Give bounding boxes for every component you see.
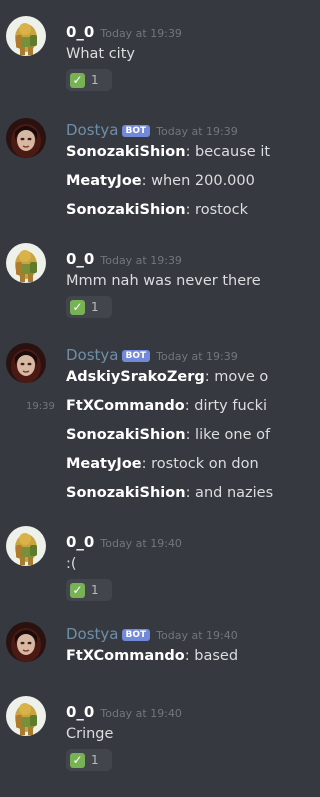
username[interactable]: 0_0 (66, 533, 94, 551)
avatar[interactable] (6, 16, 46, 56)
mention-user[interactable]: AdskiySrakoZerg (66, 369, 205, 385)
avatar[interactable] (6, 118, 46, 158)
message-line: SonozakiShion: rostock (66, 202, 249, 218)
reaction-button[interactable]: ✓ 1 (66, 579, 112, 601)
message-line: MeatyJoe: when 200.000 (66, 173, 255, 189)
timestamp: Today at 19:39 (156, 350, 238, 363)
reaction-count: 1 (91, 73, 99, 87)
message-line: AdskiySrakoZerg: move o (66, 369, 269, 385)
timestamp: Today at 19:39 (100, 254, 182, 267)
reaction-button[interactable]: ✓ 1 (66, 296, 112, 318)
check-icon: ✓ (70, 299, 85, 315)
reaction-button[interactable]: ✓ 1 (66, 749, 112, 771)
mention-user[interactable]: FtXCommando (66, 648, 185, 664)
timestamp: Today at 19:40 (156, 629, 238, 642)
message-line: SonozakiShion: like one of (66, 427, 271, 443)
reaction-count: 1 (91, 753, 99, 767)
mention-user[interactable]: SonozakiShion (66, 202, 186, 218)
mention-user[interactable]: FtXCommando (66, 398, 185, 414)
message-text: Mmm nah was never there (66, 273, 261, 289)
message-text: :( (66, 556, 77, 572)
reaction-count: 1 (91, 583, 99, 597)
mention-user[interactable]: MeatyJoe (66, 173, 142, 189)
hover-timestamp: 19:39 (26, 401, 55, 412)
username[interactable]: Dostya (66, 346, 119, 364)
username[interactable]: Dostya (66, 625, 119, 643)
message-line: MeatyJoe: rostock on don (66, 456, 259, 472)
avatar[interactable] (6, 243, 46, 283)
message-line: SonozakiShion: and nazies (66, 485, 274, 501)
mention-user[interactable]: SonozakiShion (66, 485, 186, 501)
mention-user[interactable]: SonozakiShion (66, 427, 186, 443)
username[interactable]: 0_0 (66, 703, 94, 721)
check-icon: ✓ (70, 582, 85, 598)
username[interactable]: 0_0 (66, 23, 94, 41)
check-icon: ✓ (70, 72, 85, 88)
avatar[interactable] (6, 622, 46, 662)
timestamp: Today at 19:40 (100, 707, 182, 720)
message-line: FtXCommando: dirty fucki (66, 398, 268, 414)
bot-badge: BOT (121, 125, 151, 137)
timestamp: Today at 19:39 (100, 27, 182, 40)
check-icon: ✓ (70, 752, 85, 768)
avatar[interactable] (6, 343, 46, 383)
bot-badge: BOT (121, 629, 151, 641)
timestamp: Today at 19:40 (100, 537, 182, 550)
message-text: Cringe (66, 726, 114, 742)
avatar[interactable] (6, 526, 46, 566)
bot-badge: BOT (121, 350, 151, 362)
message-line: SonozakiShion: because it (66, 144, 271, 160)
username[interactable]: 0_0 (66, 250, 94, 268)
avatar[interactable] (6, 696, 46, 736)
mention-user[interactable]: MeatyJoe (66, 456, 142, 472)
message-line: FtXCommando: based (66, 648, 239, 664)
mention-user[interactable]: SonozakiShion (66, 144, 186, 160)
reaction-count: 1 (91, 300, 99, 314)
timestamp: Today at 19:39 (156, 125, 238, 138)
message-text: What city (66, 46, 135, 62)
reaction-button[interactable]: ✓ 1 (66, 69, 112, 91)
username[interactable]: Dostya (66, 121, 119, 139)
